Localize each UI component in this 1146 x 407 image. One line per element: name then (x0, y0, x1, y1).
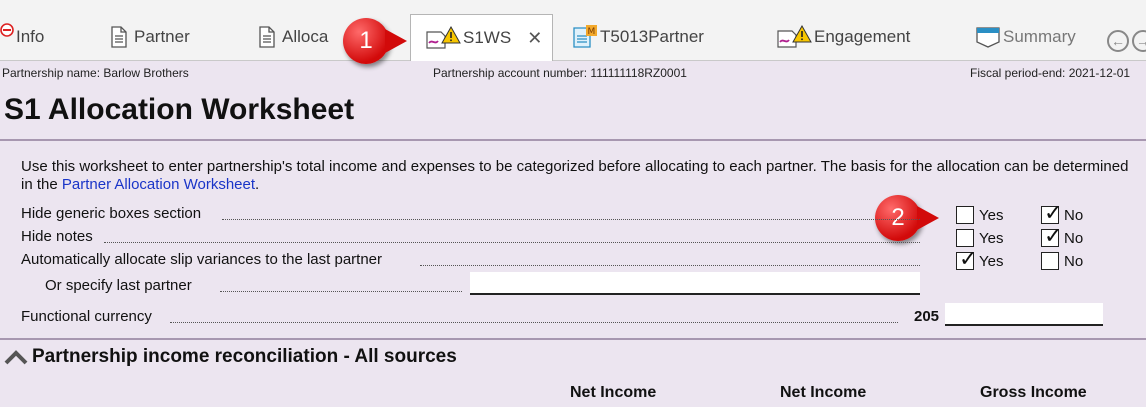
functional-currency-label: Functional currency (21, 308, 152, 325)
tab-engagement[interactable]: Engagement (776, 14, 910, 60)
section-header[interactable]: Partnership income reconciliation - All … (4, 346, 457, 368)
tab-label: Alloca (282, 27, 329, 46)
tab-allocation[interactable]: Alloca (258, 14, 328, 60)
specify-last-partner-label: Or specify last partner (45, 277, 192, 294)
no-entry-icon (0, 23, 14, 37)
checkmark-icon: ✓ (1044, 200, 1063, 225)
title-divider (0, 139, 1146, 141)
hide-notes-yes-checkbox[interactable] (956, 229, 974, 247)
description: Use this worksheet to enter partnership'… (21, 158, 1136, 194)
section-title: Partnership income reconciliation - All … (32, 346, 457, 367)
tab-label: Info (16, 27, 45, 46)
hide-notes-no-checkbox[interactable]: ✓ (1041, 224, 1062, 248)
column-header: Net Income (780, 384, 867, 401)
scroll-right-icon[interactable]: → (1132, 30, 1146, 52)
no-label: No (1064, 253, 1084, 270)
column-header: Net Income (570, 384, 657, 401)
tab-label: Engagement (814, 27, 911, 46)
tab-bar: Info Partner Alloca S1WS ✕ M T5013Partne… (0, 0, 1146, 61)
summary-icon (976, 27, 1000, 48)
document-icon (259, 26, 275, 48)
partnership-name: Partnership name: Barlow Brothers (2, 66, 189, 80)
description-end: . (255, 176, 260, 193)
tab-summary[interactable]: Summary (975, 14, 1076, 60)
document-icon (111, 26, 127, 48)
partner-allocation-link[interactable]: Partner Allocation Worksheet (62, 176, 255, 193)
dot-leader (104, 242, 920, 243)
tab-label: T5013Partner (600, 27, 704, 46)
scroll-left-icon[interactable]: ← (1107, 30, 1129, 52)
yes-label: Yes (979, 253, 1004, 270)
section-divider (0, 338, 1146, 340)
tab-info[interactable]: Info (0, 14, 44, 60)
yes-label: Yes (979, 207, 1004, 224)
document-m-icon: M (573, 25, 597, 48)
auto-allocate-label: Automatically allocate slip variances to… (21, 251, 383, 268)
chevron-up-icon[interactable] (4, 349, 28, 365)
account-number: Partnership account number: 111111118RZ0… (433, 66, 687, 80)
fiscal-period: Fiscal period-end: 2021-12-01 (970, 66, 1131, 80)
no-label: No (1064, 230, 1084, 247)
callout-2: 2 (875, 195, 939, 241)
no-label: No (1064, 207, 1084, 224)
column-header: Gross Income (980, 384, 1087, 401)
tab-partner[interactable]: Partner (110, 14, 190, 60)
page-title: S1 Allocation Worksheet (4, 93, 355, 126)
signed-document-warning-icon (426, 26, 461, 49)
signed-document-warning-icon (777, 25, 812, 48)
tab-label: Summary (1003, 27, 1076, 46)
dot-leader (170, 322, 898, 323)
hide-generic-yes-checkbox[interactable] (956, 206, 974, 224)
callout-1: 1 (343, 18, 407, 64)
dot-leader (222, 219, 920, 220)
hide-generic-no-checkbox[interactable]: ✓ (1041, 201, 1062, 225)
svg-text:M: M (588, 27, 596, 37)
checkmark-icon: ✓ (959, 246, 978, 271)
tab-label: S1WS (463, 28, 512, 47)
last-partner-field[interactable] (470, 272, 920, 295)
tab-t5013partner[interactable]: M T5013Partner (572, 14, 704, 60)
tab-label: Partner (134, 27, 190, 46)
checkmark-icon: ✓ (1044, 223, 1063, 248)
hide-generic-label: Hide generic boxes section (21, 205, 202, 222)
tab-s1ws[interactable]: S1WS ✕ (410, 14, 554, 61)
dot-leader (220, 291, 462, 292)
auto-allocate-yes-checkbox[interactable]: ✓ (956, 247, 977, 271)
yes-label: Yes (979, 230, 1004, 247)
auto-allocate-no-checkbox[interactable] (1041, 252, 1059, 270)
functional-currency-field[interactable] (945, 303, 1103, 326)
close-icon[interactable]: ✕ (527, 28, 542, 49)
dot-leader (420, 265, 920, 266)
line-number: 205 (914, 308, 940, 325)
hide-notes-label: Hide notes (21, 228, 93, 245)
